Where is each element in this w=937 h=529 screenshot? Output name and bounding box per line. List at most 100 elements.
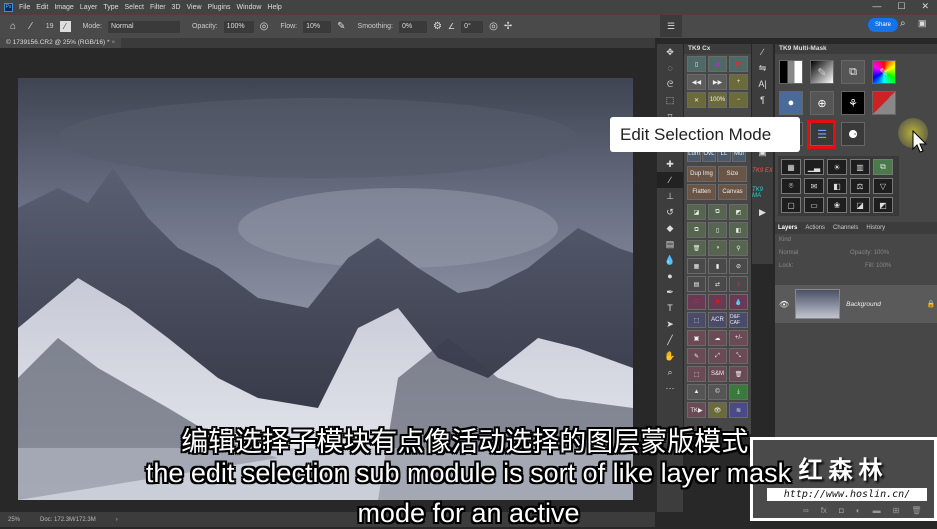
history-brush-icon[interactable]: ↺ <box>657 204 683 220</box>
close-tab-icon[interactable]: × <box>111 39 115 46</box>
menu-help[interactable]: Help <box>267 4 281 11</box>
bandage-icon[interactable]: ⊘ <box>729 258 748 274</box>
triangle-down-icon[interactable]: ▽ <box>873 178 893 194</box>
layers-stack-icon[interactable]: ≋ <box>729 402 748 418</box>
menu-window[interactable]: Window <box>237 4 262 11</box>
balance-icon[interactable]: ⚖ <box>850 178 870 194</box>
tray-icon[interactable]: ▭ <box>804 197 824 213</box>
gradient-eyedropper-icon[interactable]: ✎ <box>810 60 834 84</box>
move-tool-icon[interactable]: ✥ <box>657 44 683 60</box>
more-tools-icon[interactable]: ··· <box>657 380 683 396</box>
character-icon[interactable]: A| <box>752 76 773 92</box>
dodge-tool-icon[interactable]: ● <box>657 268 683 284</box>
zoom-in-button[interactable]: + <box>729 74 748 90</box>
levels-icon[interactable]: ▥ <box>850 159 870 175</box>
code-button[interactable]: ◩ <box>729 56 748 72</box>
target-icon[interactable]: ⊕ <box>810 91 834 115</box>
tk9-ex-button[interactable]: TK9 EX <box>752 160 773 182</box>
layer-button-3[interactable]: ◩ <box>729 204 748 220</box>
flow-input[interactable]: 10% <box>303 20 332 33</box>
download-icon[interactable]: ⤓ <box>729 384 748 400</box>
expand-button[interactable]: ⤢ <box>708 348 727 364</box>
dfcaf-button[interactable]: D&F CAF <box>729 312 748 328</box>
tab-history[interactable]: History <box>866 225 885 231</box>
copy-mask-icon[interactable]: ⧉ <box>873 159 893 175</box>
brush-tool-icon[interactable]: ∕ <box>30 21 32 32</box>
blend-mode-select[interactable]: Normal <box>779 250 798 256</box>
new-doc-button[interactable]: ▯ <box>687 56 706 72</box>
cancel-icon[interactable]: ✕ <box>729 276 748 292</box>
share-button[interactable]: Share <box>868 18 898 32</box>
split-icon[interactable]: ◧ <box>827 178 847 194</box>
rgb-icon[interactable]: ❀ <box>827 197 847 213</box>
rewind-button[interactable]: ◀◀ <box>687 74 706 90</box>
menu-3d[interactable]: 3D <box>172 4 181 11</box>
black-rect-button[interactable]: ▮ <box>708 258 727 274</box>
selection-size-button[interactable]: ⬚ <box>687 366 706 382</box>
fit-screen-button[interactable]: ✕ <box>687 92 706 108</box>
layer-button-2[interactable]: ⧉ <box>708 204 727 220</box>
mode-select[interactable]: Normal <box>107 20 180 33</box>
layer-button-9[interactable]: ⚲ <box>729 240 748 256</box>
gradient-tool-icon[interactable]: ▤ <box>657 236 683 252</box>
properties-panel-toggle[interactable]: ☰ <box>660 15 682 37</box>
flatten-button[interactable]: Flatten <box>687 184 716 200</box>
red-fill-button[interactable]: ■ <box>708 294 727 310</box>
tab-channels[interactable]: Channels <box>833 225 858 231</box>
opacity-input[interactable]: 100% <box>223 20 254 33</box>
brush-size[interactable]: 19 <box>46 23 54 30</box>
zoom-tool-icon[interactable]: ⌕ <box>657 364 683 380</box>
canvas-button[interactable]: Canvas <box>718 184 747 200</box>
adjustments-icon[interactable]: ⇋ <box>752 60 773 76</box>
person-icon[interactable]: ● <box>779 91 803 115</box>
size-button[interactable]: Size <box>718 166 747 182</box>
tk9-ma-button[interactable]: TK9 MA <box>752 182 773 204</box>
histogram-icon[interactable]: ▁▃ <box>804 159 824 175</box>
tab-actions[interactable]: Actions <box>805 225 825 231</box>
triangle-button[interactable]: ▲ <box>687 384 706 400</box>
layer-fill[interactable]: 100% <box>876 263 891 269</box>
stamp-tool-icon[interactable]: ⊥ <box>657 188 683 204</box>
menu-view[interactable]: View <box>187 4 202 11</box>
luminosity-mask-icon[interactable] <box>779 60 803 84</box>
red-outline-button[interactable]: □ <box>687 294 706 310</box>
object-select-icon[interactable]: ⬚ <box>657 92 683 108</box>
menu-type[interactable]: Type <box>103 4 118 11</box>
trash-icon[interactable]: 🗑 <box>687 240 706 256</box>
cloud-button[interactable]: ☁ <box>708 330 727 346</box>
menu-filter[interactable]: Filter <box>150 4 166 11</box>
menu-select[interactable]: Select <box>125 4 144 11</box>
dup-img-button[interactable]: Dup Img <box>687 166 716 182</box>
pressure-opacity-icon[interactable]: ◎ <box>260 21 269 32</box>
pressure-size-icon[interactable]: ◎ <box>489 21 498 32</box>
menu-plugins[interactable]: Plugins <box>208 4 231 11</box>
blur-tool-icon[interactable]: 💧 <box>657 252 683 268</box>
feather-button[interactable]: ✎ <box>687 348 706 364</box>
channels-icon[interactable]: ⚈ <box>841 122 865 146</box>
visibility-eye-icon[interactable]: 👁 <box>779 300 789 309</box>
brush-settings-icon[interactable]: ∕ <box>752 44 773 60</box>
search-icon[interactable]: ⌕ <box>900 18 906 29</box>
layer-button-6[interactable]: ◧ <box>729 222 748 238</box>
curves-icon[interactable]: ▦ <box>781 159 801 175</box>
delete-button[interactable]: 🗑 <box>729 366 748 382</box>
document-tab[interactable]: © 1739156.CR2 @ 25% (RGB/16) * × <box>0 38 122 48</box>
maximize-button[interactable]: ☐ <box>897 1 905 12</box>
contract-button[interactable]: ⤡ <box>729 348 748 364</box>
paragraph-icon[interactable]: ¶ <box>752 92 773 108</box>
sm-button[interactable]: S&M <box>708 366 727 382</box>
type-tool-icon[interactable]: T <box>657 300 683 316</box>
path-select-icon[interactable]: ➤ <box>657 316 683 332</box>
brush-settings-icon[interactable]: ⁄ <box>59 21 71 32</box>
menu-file[interactable]: File <box>19 4 30 11</box>
envelope-icon[interactable]: ✉ <box>804 178 824 194</box>
overlap-icon[interactable]: ⧉ <box>841 60 865 84</box>
acr-button[interactable]: ACR <box>708 312 727 328</box>
drop-icon[interactable]: 💧 <box>729 294 748 310</box>
home-icon[interactable]: ⌂ <box>10 21 16 32</box>
layer-row-background[interactable]: 👁 Background 🔒 <box>775 285 937 323</box>
slash-box-icon[interactable]: ◪ <box>850 197 870 213</box>
brush-tool-icon[interactable]: ∕ <box>657 172 683 188</box>
color-mask-icon[interactable]: ✎ <box>872 60 896 84</box>
close-button[interactable]: ✕ <box>921 1 929 12</box>
